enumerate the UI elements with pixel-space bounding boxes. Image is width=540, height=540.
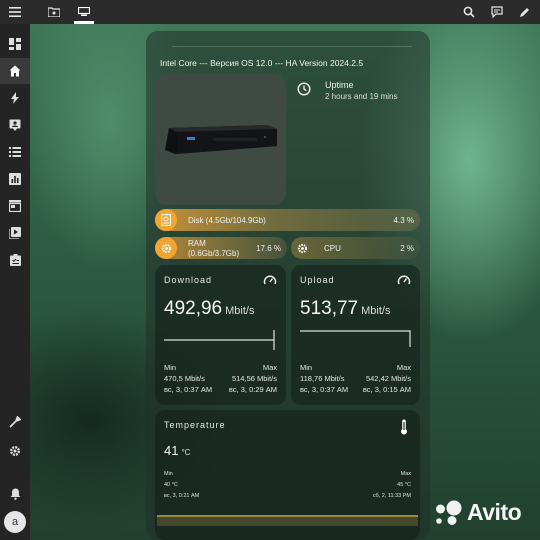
person-card-icon[interactable]: [0, 112, 30, 138]
upload-title: Upload: [300, 275, 335, 285]
upload-min-label: Min: [300, 363, 313, 372]
temperature-title: Temperature: [164, 420, 226, 430]
upload-min-time: вс, 3, 0:37 AM: [300, 385, 349, 394]
temperature-value-number: 41: [164, 443, 179, 458]
developer-tools-icon[interactable]: [0, 409, 30, 435]
cpu-percent: 2 %: [400, 244, 414, 253]
speedometer-icon: [263, 275, 277, 285]
upload-min-value: 118,76 Mbit/s: [300, 374, 345, 383]
upload-max-value: 542,42 Mbit/s: [365, 374, 411, 383]
avito-watermark: Avito: [433, 499, 522, 526]
thermometer-icon: [401, 419, 407, 435]
disk-icon: [155, 209, 177, 231]
media-icon[interactable]: [0, 220, 30, 246]
logbook-icon[interactable]: [0, 139, 30, 165]
temperature-max-label: Max: [400, 471, 411, 477]
ram-icon: [155, 237, 177, 259]
temperature-sparkline: [157, 515, 418, 526]
assist-icon[interactable]: [485, 0, 509, 24]
download-card[interactable]: Download 492,96 Mbit/s Min 470,5 Mbit/s в…: [155, 265, 286, 405]
temperature-min-value: 40 °C: [164, 482, 178, 488]
temperature-unit: °C: [181, 448, 191, 457]
todo-icon[interactable]: [0, 247, 30, 273]
temperature-min-label: Min: [164, 471, 173, 477]
download-title: Download: [164, 275, 213, 285]
upload-card[interactable]: Upload 513,77 Mbit/s Min 118,76 Mbit/s вс…: [291, 265, 420, 405]
uptime-value: 2 hours and 19 mins: [325, 92, 398, 101]
download-min-time: вс, 3, 0:37 AM: [164, 385, 213, 394]
active-tab-indicator: [74, 21, 94, 24]
upload-unit: Mbit/s: [361, 305, 391, 317]
upload-value: 513,77 Mbit/s: [300, 298, 390, 320]
download-min-value: 470,5 Mbit/s: [164, 374, 205, 383]
sidebar: a: [0, 24, 30, 540]
download-unit: Mbit/s: [225, 305, 255, 317]
device-title: Intel Core --- Версия OS 12.0 --- HA Ver…: [160, 58, 364, 68]
ram-usage-bar[interactable]: RAM (0.6Gb/3.7Gb) 17.6 %: [155, 237, 287, 259]
uptime-label: Uptime: [325, 80, 354, 90]
mini-pc-icon: [165, 125, 277, 154]
search-icon[interactable]: [457, 0, 481, 24]
folder-icon[interactable]: [42, 0, 66, 24]
download-min-label: Min: [164, 363, 177, 372]
disk-percent: 4.3 %: [393, 216, 414, 225]
home-icon[interactable]: [0, 58, 30, 84]
card-divider: [172, 46, 412, 47]
ram-label-line2: (0.6Gb/3.7Gb): [188, 249, 240, 258]
ram-label: RAM (0.6Gb/3.7Gb): [188, 239, 239, 259]
cpu-usage-bar[interactable]: CPU 2 %: [291, 237, 420, 259]
download-max-value: 514,56 Mbit/s: [231, 374, 277, 383]
history-icon[interactable]: [0, 166, 30, 192]
speedometer-icon: [397, 275, 411, 285]
cpu-label: CPU: [324, 244, 341, 253]
store-icon[interactable]: [0, 193, 30, 219]
device-image: [155, 74, 286, 205]
upload-sparkline: [300, 330, 411, 347]
download-value: 492,96 Mbit/s: [164, 298, 254, 320]
avito-logo-icon: [436, 500, 462, 525]
download-sparkline: [164, 330, 275, 350]
settings-icon[interactable]: [0, 438, 30, 464]
clock-icon: [297, 82, 311, 96]
disk-label: Disk (4.5Gb/104.9Gb): [188, 216, 266, 225]
overview-icon[interactable]: [0, 31, 30, 57]
upload-max-label: Max: [396, 363, 411, 372]
temperature-min-time: вс, 3, 0:21 AM: [164, 493, 200, 499]
energy-icon[interactable]: [0, 85, 30, 111]
temperature-card[interactable]: Temperature 41 °C Min 40 °C вс, 3, 0:21 A…: [155, 410, 420, 540]
upload-max-time: вс, 3, 0:15 AM: [362, 385, 411, 394]
temperature-max-time: сб, 2, 11:33 PM: [372, 493, 411, 499]
download-max-label: Max: [262, 363, 277, 372]
notifications-icon[interactable]: [0, 481, 30, 507]
temperature-value: 41 °C: [164, 443, 190, 458]
edit-icon[interactable]: [513, 0, 537, 24]
top-app-bar: [0, 0, 540, 24]
avatar[interactable]: a: [4, 511, 26, 533]
ram-label-line1: RAM: [188, 239, 206, 248]
download-value-number: 492,96: [164, 298, 223, 319]
avito-brand: Avito: [467, 499, 522, 525]
menu-icon[interactable]: [3, 0, 27, 24]
upload-value-number: 513,77: [300, 298, 359, 319]
ram-percent: 17.6 %: [256, 244, 281, 253]
download-max-time: вс, 3, 0:29 AM: [228, 385, 277, 394]
disk-usage-bar[interactable]: Disk (4.5Gb/104.9Gb) 4.3 %: [155, 209, 420, 231]
temperature-max-value: 45 °C: [397, 482, 411, 488]
cpu-icon: [291, 237, 313, 259]
